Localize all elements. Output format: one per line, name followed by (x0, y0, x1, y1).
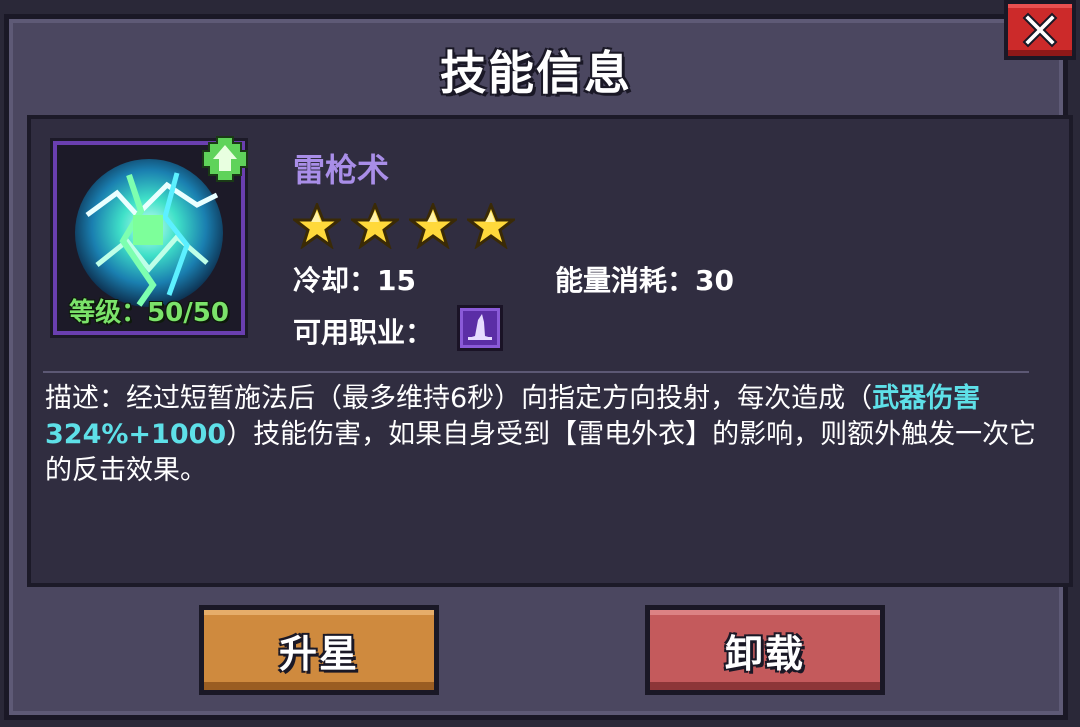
star-icon (293, 203, 341, 249)
skill-info-dialog: 技能信息 等级：50/50 雷枪术 冷却：15 能量消耗：30 可用职业： 描述… (4, 14, 1073, 720)
star-icon (351, 203, 399, 249)
close-icon (1022, 12, 1058, 48)
wizard-hat-icon (468, 314, 492, 340)
star-icon (409, 203, 457, 249)
cooldown-stat: 冷却：15 (293, 264, 416, 297)
class-icon-wizard[interactable] (457, 305, 503, 351)
upgrade-star-button[interactable]: 升星 (199, 605, 439, 695)
dialog-title: 技能信息 (440, 46, 632, 100)
skill-level-label: 等级：50/50 (69, 298, 229, 328)
skill-detail-panel: 等级：50/50 雷枪术 冷却：15 能量消耗：30 可用职业： 描述：经过短暂… (27, 115, 1073, 587)
upgrade-available-icon (202, 136, 248, 182)
skill-description: 描述：经过短暂施法后（最多维持6秒）向指定方向投射，每次造成（武器伤害324%+… (45, 381, 1045, 489)
divider (43, 371, 1029, 373)
close-button[interactable] (1004, 0, 1076, 60)
star-icon (467, 203, 515, 249)
energy-cost-stat: 能量消耗：30 (555, 264, 734, 297)
star-rating (293, 203, 515, 249)
skill-name: 雷枪术 (293, 151, 390, 189)
unequip-button[interactable]: 卸载 (645, 605, 885, 695)
description-prefix: 描述：经过短暂施法后（最多维持6秒）向指定方向投射，每次造成（ (45, 383, 873, 414)
available-classes-label: 可用职业： (293, 316, 434, 349)
